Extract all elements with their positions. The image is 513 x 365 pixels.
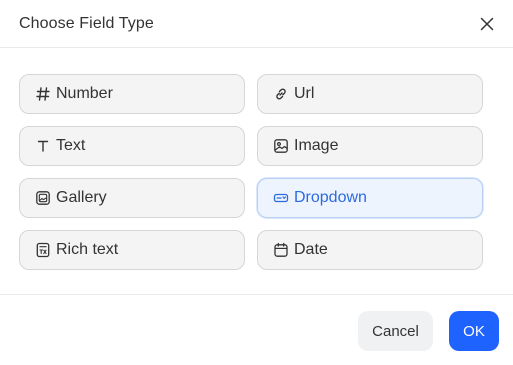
option-url[interactable]: Url — [257, 74, 483, 114]
dropdown-icon — [273, 190, 289, 206]
text-icon — [35, 138, 51, 154]
option-label: Date — [294, 241, 328, 258]
hash-icon — [35, 86, 51, 102]
cancel-button[interactable]: Cancel — [358, 311, 433, 351]
field-type-grid: Number Url Text Image Gallery Dropdown R… — [19, 74, 483, 270]
rich-text-icon — [35, 242, 51, 258]
option-label: Dropdown — [294, 189, 367, 206]
option-dropdown[interactable]: Dropdown — [257, 178, 483, 218]
dialog-header: Choose Field Type — [0, 0, 513, 48]
option-label: Text — [56, 137, 86, 154]
choose-field-type-dialog: Choose Field Type Number Url Text Image … — [0, 0, 513, 365]
option-number[interactable]: Number — [19, 74, 245, 114]
link-icon — [273, 86, 289, 102]
option-text[interactable]: Text — [19, 126, 245, 166]
option-label: Url — [294, 85, 315, 102]
close-icon — [480, 17, 494, 30]
option-label: Gallery — [56, 189, 107, 206]
dialog-title: Choose Field Type — [19, 14, 154, 32]
option-rich-text[interactable]: Rich text — [19, 230, 245, 270]
ok-button[interactable]: OK — [449, 311, 499, 351]
option-label: Number — [56, 85, 113, 102]
option-date[interactable]: Date — [257, 230, 483, 270]
image-icon — [273, 138, 289, 154]
gallery-icon — [35, 190, 51, 206]
dialog-footer: Cancel OK — [0, 294, 513, 365]
close-button[interactable] — [475, 12, 499, 36]
option-label: Rich text — [56, 241, 119, 258]
calendar-icon — [273, 242, 289, 258]
option-image[interactable]: Image — [257, 126, 483, 166]
option-label: Image — [294, 137, 339, 154]
option-gallery[interactable]: Gallery — [19, 178, 245, 218]
